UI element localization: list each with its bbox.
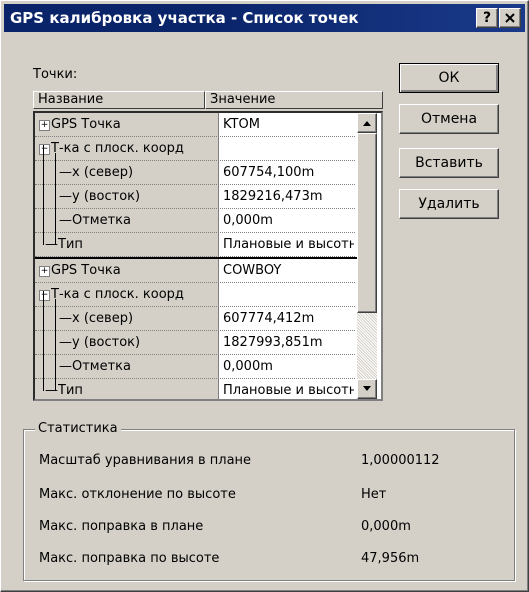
stat-label: Макс. поправка по высоте — [39, 551, 220, 566]
statistics-title: Статистика — [35, 421, 121, 436]
row-name: —y (восток) — [59, 189, 141, 204]
close-icon — [505, 13, 515, 23]
row-name: —Отметка — [59, 213, 132, 228]
tree-line — [43, 291, 44, 391]
row-value — [218, 137, 354, 160]
row-value: 0,000m — [218, 209, 354, 232]
row-name: —Отметка — [59, 359, 132, 374]
stat-label: Масштаб уравнивания в плане — [39, 453, 252, 468]
row-name: —Тип — [45, 383, 83, 398]
row-value: Плановые и высотные — [218, 233, 354, 256]
list-item[interactable]: —Тип Плановые и высотные — [35, 379, 355, 399]
stat-label: Макс. отклонение по высоте — [39, 487, 236, 502]
title-bar[interactable]: GPS калибровка участка - Список точек ? — [4, 4, 525, 32]
row-name: —y (восток) — [59, 335, 141, 350]
collapse-icon[interactable]: − — [39, 290, 50, 301]
list-item[interactable]: —Отметка 0,000m — [35, 355, 355, 379]
column-header-value[interactable]: Значение — [205, 91, 383, 109]
scroll-thumb[interactable] — [357, 133, 377, 313]
row-value: COWBOY — [218, 259, 354, 282]
points-list[interactable]: + GPS Точка KTOM − Т-ка с плоск. коорд —… — [33, 111, 383, 401]
stat-label: Макс. поправка в плане — [39, 519, 204, 534]
row-value: Плановые и высотные — [218, 379, 354, 399]
row-value — [218, 283, 354, 306]
ok-button[interactable]: ОК — [399, 63, 499, 93]
arrow-down-icon — [363, 386, 371, 391]
stat-value: 1,00000112 — [361, 453, 440, 468]
row-name: GPS Точка — [51, 117, 121, 132]
collapse-icon[interactable]: − — [39, 144, 50, 155]
expand-icon[interactable]: + — [39, 120, 50, 131]
list-item[interactable]: —Тип Плановые и высотные — [35, 233, 355, 257]
points-label: Точки: — [33, 67, 78, 82]
close-button[interactable] — [499, 8, 521, 28]
row-value: 607754,100m — [218, 161, 354, 184]
row-name: Т-ка с плоск. коорд — [51, 287, 184, 302]
row-name: —Тип — [45, 237, 83, 252]
window-title: GPS калибровка участка - Список точек — [10, 9, 359, 27]
help-button[interactable]: ? — [476, 8, 498, 28]
row-value: 1829216,473m — [218, 185, 354, 208]
delete-button[interactable]: Удалить — [399, 189, 499, 219]
row-name: —x (север) — [59, 165, 134, 180]
dialog-window: GPS калибровка участка - Список точек ? … — [0, 0, 529, 592]
list-item[interactable]: —y (восток) 1829216,473m — [35, 185, 355, 209]
stat-value: 0,000m — [361, 519, 411, 534]
list-item[interactable]: − Т-ка с плоск. коорд — [35, 283, 355, 307]
row-value: 1827993,851m — [218, 331, 354, 354]
stat-value: Нет — [361, 487, 387, 502]
tree-line — [43, 145, 44, 245]
list-header: Название Значение — [33, 91, 383, 109]
row-name: Т-ка с плоск. коорд — [51, 141, 184, 156]
list-item[interactable]: —y (восток) 1827993,851m — [35, 331, 355, 355]
row-value: 0,000m — [218, 355, 354, 378]
list-item[interactable]: − Т-ка с плоск. коорд — [35, 137, 355, 161]
stat-value: 47,956m — [361, 551, 420, 566]
arrow-up-icon — [363, 121, 371, 126]
list-item[interactable]: + GPS Точка KTOM — [35, 113, 355, 137]
scroll-up-button[interactable] — [357, 113, 377, 133]
list-item[interactable]: —x (север) 607754,100m — [35, 161, 355, 185]
list-item[interactable]: + GPS Точка COWBOY — [35, 259, 355, 283]
cancel-button[interactable]: Отмена — [399, 104, 499, 134]
row-name: GPS Точка — [51, 263, 121, 278]
column-header-name[interactable]: Название — [33, 91, 205, 109]
vertical-scrollbar[interactable] — [357, 113, 377, 399]
scroll-down-button[interactable] — [357, 379, 377, 399]
row-value: KTOM — [218, 113, 354, 136]
row-name: —x (север) — [59, 311, 134, 326]
list-item[interactable]: —Отметка 0,000m — [35, 209, 355, 233]
expand-icon[interactable]: + — [39, 266, 50, 277]
row-value: 607774,412m — [218, 307, 354, 330]
insert-button[interactable]: Вставить — [399, 148, 499, 178]
list-item[interactable]: —x (север) 607774,412m — [35, 307, 355, 331]
